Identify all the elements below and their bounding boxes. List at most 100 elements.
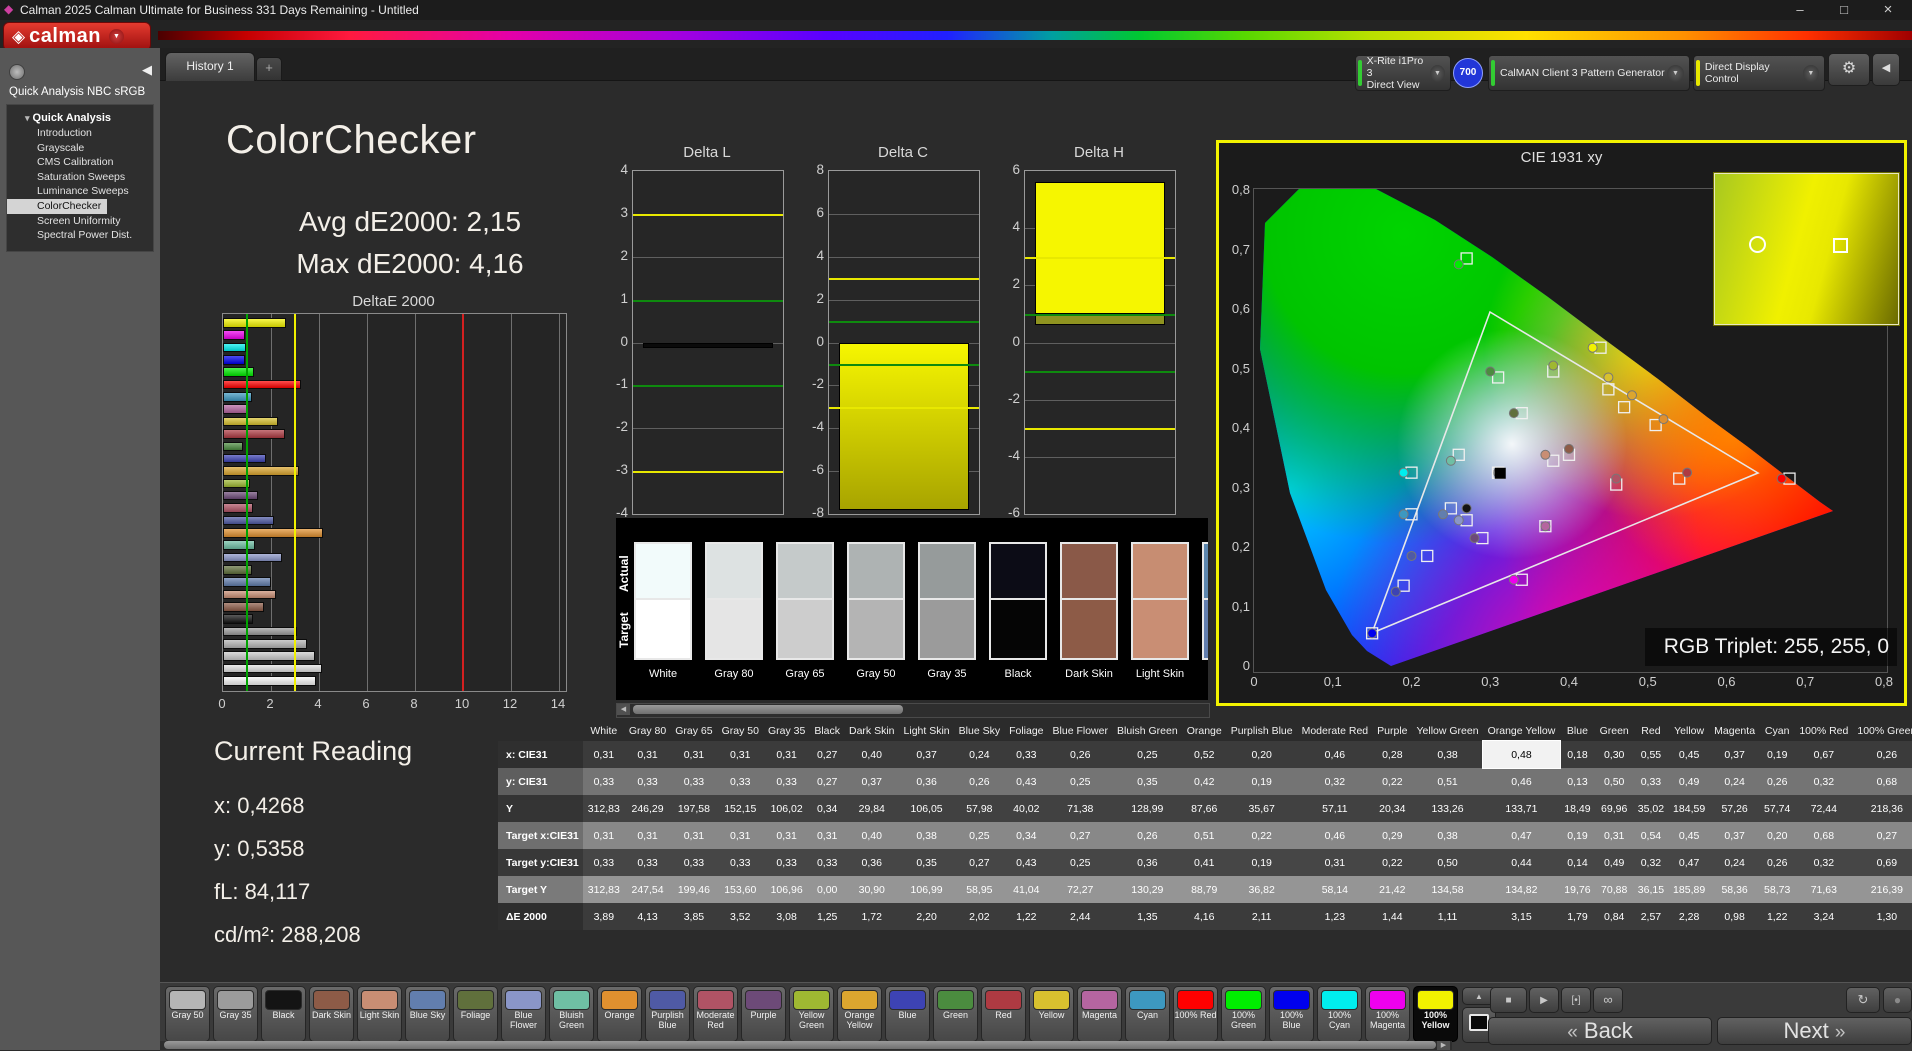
patch-button-blue[interactable]: Blue (885, 986, 930, 1042)
play-button[interactable]: ▶ (1529, 987, 1559, 1013)
table-cell[interactable]: 0,19 (1226, 768, 1297, 795)
table-cell[interactable]: 0,28 (1373, 741, 1412, 768)
table-cell[interactable]: 0,32 (1633, 849, 1668, 876)
table-cell[interactable]: 0,31 (717, 741, 763, 768)
table-cell[interactable]: 1,22 (1005, 903, 1048, 930)
table-cell[interactable]: 0,31 (583, 741, 624, 768)
table-cell[interactable]: 106,96 (763, 876, 809, 903)
table-cell[interactable]: 35,67 (1226, 795, 1297, 822)
add-tab-button[interactable]: + (256, 57, 282, 81)
table-cell[interactable]: 0,19 (1560, 822, 1595, 849)
table-cell[interactable]: 58,73 (1760, 876, 1795, 903)
table-cell[interactable]: 0,34 (810, 795, 845, 822)
table-cell[interactable]: 71,38 (1048, 795, 1112, 822)
table-cell[interactable]: 0,37 (845, 768, 900, 795)
patch-button-light-skin[interactable]: Light Skin (357, 986, 402, 1042)
gear-icon[interactable]: ⚙ (1828, 53, 1870, 86)
table-cell[interactable]: 18,49 (1560, 795, 1595, 822)
table-cell[interactable]: 312,83 (583, 876, 624, 903)
table-cell[interactable]: 133,26 (1412, 795, 1483, 822)
sidebar-item-screen-uniformity[interactable]: Screen Uniformity (7, 214, 153, 229)
sidebar-item-saturation-sweeps[interactable]: Saturation Sweeps (7, 170, 153, 185)
table-cell[interactable]: 152,15 (717, 795, 763, 822)
table-cell[interactable]: 128,99 (1112, 795, 1182, 822)
sidebar-item-spectral-power-dist-[interactable]: Spectral Power Dist. (7, 228, 153, 243)
table-cell[interactable]: 0,69 (1853, 849, 1912, 876)
patch-button-dark-skin[interactable]: Dark Skin (309, 986, 354, 1042)
table-cell[interactable]: 0,33 (583, 768, 624, 795)
table-cell[interactable]: 0,98 (1710, 903, 1760, 930)
table-cell[interactable]: 0,51 (1412, 768, 1483, 795)
table-cell[interactable]: 0,48 (1483, 741, 1560, 768)
table-cell[interactable]: 21,42 (1373, 876, 1412, 903)
table-cell[interactable]: 0,38 (1412, 822, 1483, 849)
table-cell[interactable]: 0,38 (1412, 741, 1483, 768)
patch-button-black[interactable]: Black (261, 986, 306, 1042)
table-cell[interactable]: 57,11 (1297, 795, 1373, 822)
patch-button-100-green[interactable]: 100% Green (1221, 986, 1266, 1042)
sidebar-item-cms-calibration[interactable]: CMS Calibration (7, 155, 153, 170)
table-cell[interactable]: 72,27 (1048, 876, 1112, 903)
table-cell[interactable]: 0,22 (1373, 768, 1412, 795)
table-cell[interactable]: 0,31 (671, 741, 717, 768)
table-cell[interactable]: 106,05 (899, 795, 954, 822)
table-cell[interactable]: 0,33 (583, 849, 624, 876)
table-cell[interactable]: 0,27 (954, 849, 1004, 876)
table-cell[interactable]: 4,16 (1182, 903, 1226, 930)
patch-button-100-magenta[interactable]: 100% Magenta (1365, 986, 1410, 1042)
minimize-button[interactable]: – (1778, 0, 1822, 19)
table-cell[interactable]: 0,46 (1297, 822, 1373, 849)
table-cell[interactable]: 0,50 (1595, 768, 1633, 795)
table-cell[interactable]: 134,82 (1483, 876, 1560, 903)
table-cell[interactable]: 199,46 (671, 876, 717, 903)
table-cell[interactable]: 247,54 (624, 876, 670, 903)
close-button[interactable]: × (1866, 0, 1910, 19)
table-cell[interactable]: 0,84 (1595, 903, 1633, 930)
table-cell[interactable]: 0,47 (1483, 822, 1560, 849)
table-cell[interactable]: 0,30 (1595, 741, 1633, 768)
table-cell[interactable]: 0,33 (717, 849, 763, 876)
table-cell[interactable]: 0,40 (845, 822, 900, 849)
table-cell[interactable]: 3,24 (1795, 903, 1853, 930)
table-cell[interactable]: 0,43 (1005, 849, 1048, 876)
table-cell[interactable]: 0,33 (810, 849, 845, 876)
table-cell[interactable]: 0,20 (1226, 741, 1297, 768)
record-icon[interactable]: ● (1883, 987, 1912, 1013)
table-cell[interactable]: 0,32 (1297, 768, 1373, 795)
patch-button-100-yellow[interactable]: 100% Yellow (1413, 986, 1458, 1042)
table-cell[interactable]: 71,63 (1795, 876, 1853, 903)
table-cell[interactable]: 0,41 (1182, 849, 1226, 876)
table-cell[interactable]: 1,44 (1373, 903, 1412, 930)
patch-button-100-blue[interactable]: 100% Blue (1269, 986, 1314, 1042)
patch-button-green[interactable]: Green (933, 986, 978, 1042)
meter-dropdown[interactable]: X-Rite i1Pro 3 Direct View ▼ (1355, 55, 1451, 91)
table-cell[interactable]: 0,36 (1112, 849, 1182, 876)
table-cell[interactable]: 0,25 (1048, 849, 1112, 876)
table-cell[interactable]: 3,85 (671, 903, 717, 930)
tab-history-1[interactable]: History 1 (165, 52, 255, 81)
table-cell[interactable]: 185,89 (1669, 876, 1710, 903)
patch-button-purple[interactable]: Purple (741, 986, 786, 1042)
collapse-panel-button[interactable]: ◀ (1872, 53, 1900, 86)
table-cell[interactable]: 88,79 (1182, 876, 1226, 903)
table-cell[interactable]: 0,24 (1710, 849, 1760, 876)
table-cell[interactable]: 0,31 (583, 822, 624, 849)
table-cell[interactable]: 0,67 (1795, 741, 1853, 768)
table-cell[interactable]: 1,30 (1853, 903, 1912, 930)
table-cell[interactable]: 0,68 (1795, 822, 1853, 849)
table-cell[interactable]: 0,38 (899, 822, 954, 849)
table-cell[interactable]: 3,08 (763, 903, 809, 930)
loop-icon[interactable]: ∞ (1593, 987, 1623, 1013)
table-cell[interactable]: 0,29 (1373, 822, 1412, 849)
patch-button-yellow[interactable]: Yellow (1029, 986, 1074, 1042)
table-cell[interactable]: 20,34 (1373, 795, 1412, 822)
table-cell[interactable]: 4,13 (624, 903, 670, 930)
table-cell[interactable]: 0,27 (810, 768, 845, 795)
table-cell[interactable]: 41,04 (1005, 876, 1048, 903)
display-control-dropdown[interactable]: Direct Display Control ▼ (1693, 55, 1825, 91)
table-cell[interactable]: 0,46 (1297, 741, 1373, 768)
table-cell[interactable]: 0,33 (763, 849, 809, 876)
table-cell[interactable]: 0,33 (671, 768, 717, 795)
table-cell[interactable]: 0,26 (1112, 822, 1182, 849)
table-cell[interactable]: 0,44 (1483, 849, 1560, 876)
